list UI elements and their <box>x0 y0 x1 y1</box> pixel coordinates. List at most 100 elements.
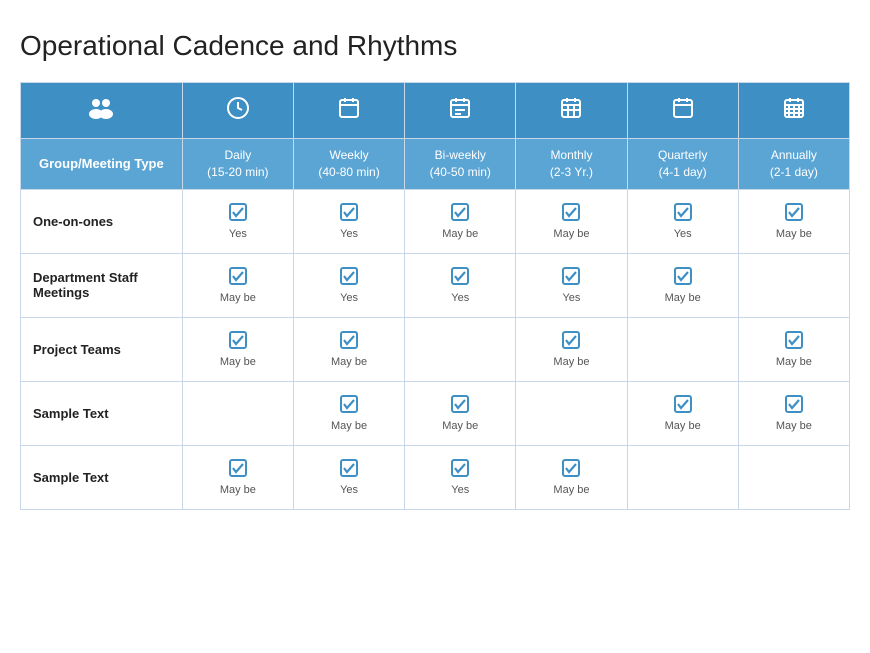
data-cell: May be <box>516 317 627 381</box>
annually-icon-cell <box>738 83 849 139</box>
col-header-group: Group/Meeting Type <box>21 139 183 190</box>
cell-value: May be <box>553 356 589 368</box>
data-cell: Yes <box>516 253 627 317</box>
data-cell: May be <box>405 381 516 445</box>
checkbox-icon <box>784 330 804 353</box>
col-header-quarterly: Quarterly (4-1 day) <box>627 139 738 190</box>
checkbox-icon <box>339 394 359 417</box>
cell-value: May be <box>220 484 256 496</box>
table-row: Department Staff Meetings May be Yes Yes… <box>21 253 850 317</box>
cell-value: Yes <box>229 228 247 240</box>
checkbox-icon <box>450 394 470 417</box>
cell-value: Yes <box>451 484 469 496</box>
checkbox-icon <box>339 330 359 353</box>
monthly-icon-cell <box>516 83 627 139</box>
data-cell: May be <box>405 189 516 253</box>
table-row: One-on-ones Yes Yes May be May be Yes <box>21 189 850 253</box>
row-label: Department Staff Meetings <box>21 253 183 317</box>
checkbox-icon <box>450 266 470 289</box>
icon-header-row <box>21 83 850 139</box>
data-cell: May be <box>293 381 404 445</box>
data-cell: Yes <box>182 189 293 253</box>
data-cell <box>627 317 738 381</box>
checkbox-icon <box>561 202 581 225</box>
biweekly-icon-cell <box>405 83 516 139</box>
cell-value: May be <box>776 356 812 368</box>
data-cell: May be <box>738 381 849 445</box>
data-cell: May be <box>182 445 293 509</box>
checkbox-icon <box>673 266 693 289</box>
table-row: Project Teams May be May be May be May b… <box>21 317 850 381</box>
checkbox-icon <box>784 394 804 417</box>
data-cell: Yes <box>293 445 404 509</box>
col-header-biweekly: Bi-weekly (40-50 min) <box>405 139 516 190</box>
checkbox-icon <box>339 266 359 289</box>
row-label: Project Teams <box>21 317 183 381</box>
data-cell: Yes <box>627 189 738 253</box>
cadence-table: Group/Meeting Type Daily (15-20 min) Wee… <box>20 82 850 510</box>
data-cell: May be <box>738 317 849 381</box>
data-cell <box>627 445 738 509</box>
cell-value: May be <box>331 420 367 432</box>
cell-value: May be <box>665 292 701 304</box>
cell-value: May be <box>220 356 256 368</box>
checkbox-icon <box>339 458 359 481</box>
checkbox-icon <box>228 330 248 353</box>
data-cell <box>738 253 849 317</box>
data-cell: Yes <box>293 253 404 317</box>
cell-value: May be <box>553 484 589 496</box>
cell-value: May be <box>442 420 478 432</box>
data-cell: May be <box>182 253 293 317</box>
data-cell: May be <box>738 189 849 253</box>
cell-value: Yes <box>451 292 469 304</box>
data-cell: May be <box>293 317 404 381</box>
col-header-daily: Daily (15-20 min) <box>182 139 293 190</box>
checkbox-icon <box>339 202 359 225</box>
cell-value: May be <box>442 228 478 240</box>
checkbox-icon <box>561 458 581 481</box>
data-cell: May be <box>627 253 738 317</box>
data-cell <box>738 445 849 509</box>
checkbox-icon <box>228 202 248 225</box>
checkbox-icon <box>561 330 581 353</box>
checkbox-icon <box>450 458 470 481</box>
data-cell: May be <box>516 445 627 509</box>
checkbox-icon <box>228 266 248 289</box>
cell-value: Yes <box>340 484 358 496</box>
page-title: Operational Cadence and Rhythms <box>20 30 850 62</box>
cell-value: May be <box>665 420 701 432</box>
col-header-annually: Annually (2-1 day) <box>738 139 849 190</box>
checkbox-icon <box>784 202 804 225</box>
data-cell: Yes <box>405 253 516 317</box>
label-header-row: Group/Meeting Type Daily (15-20 min) Wee… <box>21 139 850 190</box>
checkbox-icon <box>673 202 693 225</box>
table-row: Sample Text May be May be May be May be <box>21 381 850 445</box>
quarterly-icon-cell <box>627 83 738 139</box>
cell-value: Yes <box>562 292 580 304</box>
checkbox-icon <box>561 266 581 289</box>
cell-value: Yes <box>340 228 358 240</box>
data-cell: May be <box>516 189 627 253</box>
col-header-monthly: Monthly (2-3 Yr.) <box>516 139 627 190</box>
checkbox-icon <box>450 202 470 225</box>
cell-value: May be <box>776 228 812 240</box>
checkbox-icon <box>673 394 693 417</box>
data-cell: May be <box>627 381 738 445</box>
col-header-weekly: Weekly (40-80 min) <box>293 139 404 190</box>
data-cell <box>405 317 516 381</box>
table-row: Sample Text May be Yes Yes May be <box>21 445 850 509</box>
data-cell <box>516 381 627 445</box>
group-icon-cell <box>21 83 183 139</box>
cell-value: Yes <box>674 228 692 240</box>
cell-value: Yes <box>340 292 358 304</box>
data-cell: May be <box>182 317 293 381</box>
data-cell: Yes <box>405 445 516 509</box>
cell-value: May be <box>776 420 812 432</box>
row-label: Sample Text <box>21 445 183 509</box>
data-cell: Yes <box>293 189 404 253</box>
row-label: One-on-ones <box>21 189 183 253</box>
row-label: Sample Text <box>21 381 183 445</box>
weekly-icon-cell <box>293 83 404 139</box>
data-cell <box>182 381 293 445</box>
cell-value: May be <box>331 356 367 368</box>
